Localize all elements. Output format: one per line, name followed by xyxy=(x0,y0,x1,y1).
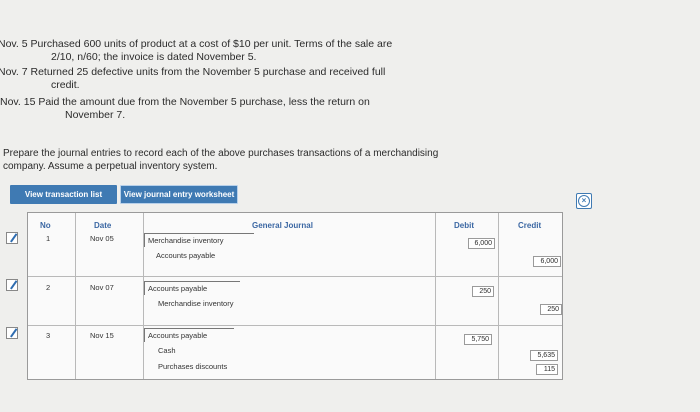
view-journal-entry-worksheet-button[interactable]: View journal entry worksheet xyxy=(120,185,238,204)
debit-account[interactable]: Accounts payable xyxy=(144,328,234,342)
credit-amount[interactable]: 250 xyxy=(540,304,562,315)
header-debit: Debit xyxy=(454,221,474,230)
debit-account[interactable]: Merchandise inventory xyxy=(144,233,254,247)
general-journal-table: No Date General Journal Debit Credit 1 N… xyxy=(27,212,563,380)
edit-entry-2-icon[interactable] xyxy=(6,278,18,291)
problem-line-nov5: Nov. 5 Purchased 600 units of product at… xyxy=(0,38,393,50)
header-credit: Credit xyxy=(518,221,542,230)
problem-line-nov7-cont: credit. xyxy=(51,79,80,91)
entry-date: Nov 05 xyxy=(90,234,114,243)
problem-line-nov15-cont: November 7. xyxy=(65,109,126,121)
header-date: Date xyxy=(94,221,112,230)
credit-amount[interactable]: 5,635 xyxy=(530,350,558,361)
entry-date: Nov 07 xyxy=(90,283,114,292)
instructions-text: Prepare the journal entries to record ea… xyxy=(3,148,439,172)
debit-amount[interactable]: 250 xyxy=(472,286,494,297)
debit-amount[interactable]: 5,750 xyxy=(464,334,492,345)
credit-amount-2[interactable]: 115 xyxy=(536,364,558,375)
credit-account[interactable]: Cash xyxy=(158,346,176,355)
view-transaction-list-button[interactable]: View transaction list xyxy=(10,185,117,204)
entry-number: 2 xyxy=(46,283,51,292)
credit-amount[interactable]: 6,000 xyxy=(533,256,561,267)
edit-entry-3-icon[interactable] xyxy=(6,326,18,339)
debit-account[interactable]: Accounts payable xyxy=(144,281,240,295)
close-icon[interactable]: × xyxy=(576,193,592,209)
credit-account-2[interactable]: Purchases discounts xyxy=(158,362,227,371)
entry-date: Nov 15 xyxy=(90,331,114,340)
problem-line-nov5-cont: 2/10, n/60; the invoice is dated Novembe… xyxy=(51,51,257,63)
problem-line-nov15: Nov. 15 Paid the amount due from the Nov… xyxy=(0,96,370,108)
header-general-journal: General Journal xyxy=(252,221,313,230)
header-no: No xyxy=(40,221,51,230)
entry-number: 3 xyxy=(46,331,51,340)
credit-account[interactable]: Accounts payable xyxy=(156,251,215,260)
entry-number: 1 xyxy=(46,234,51,243)
credit-account[interactable]: Merchandise inventory xyxy=(158,299,233,308)
debit-amount[interactable]: 6,000 xyxy=(468,238,495,249)
problem-line-nov7: Nov. 7 Returned 25 defective units from … xyxy=(0,66,386,78)
edit-entry-1-icon[interactable] xyxy=(6,231,18,244)
